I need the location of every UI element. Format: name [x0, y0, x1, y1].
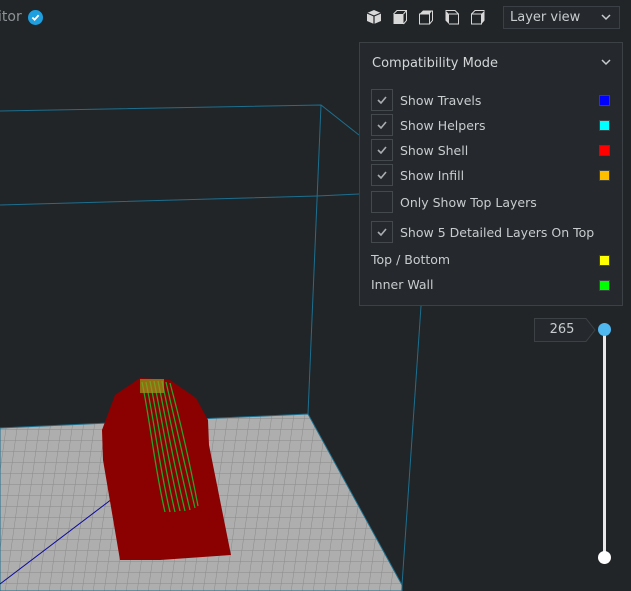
- panel-title: Compatibility Mode: [372, 56, 499, 71]
- only-show-top-layers-option[interactable]: Only Show Top Layers: [371, 191, 537, 213]
- top-view-icon[interactable]: [418, 9, 434, 25]
- build-volume-edge: [401, 305, 422, 586]
- chevron-down-icon[interactable]: [600, 57, 612, 67]
- only-show-top-layers-checkbox[interactable]: [371, 191, 393, 213]
- view-orientation-toolbar: [366, 9, 486, 25]
- layer-slider-track[interactable]: [603, 330, 606, 557]
- inner-wall-label: Inner Wall: [371, 277, 434, 292]
- model-top-layer: [140, 379, 164, 393]
- window-title: itor: [0, 9, 43, 25]
- show-travels-option[interactable]: Show Travels: [371, 89, 481, 111]
- infill-color-swatch: [599, 170, 610, 181]
- show-infill-checkbox[interactable]: [371, 164, 393, 186]
- show-helpers-option[interactable]: Show Helpers: [371, 114, 486, 136]
- checkmark-icon: [377, 228, 387, 236]
- travels-color-swatch: [599, 95, 610, 106]
- show-shell-label: Show Shell: [400, 142, 469, 158]
- top-bottom-color-swatch: [599, 255, 610, 266]
- verified-check-icon: [27, 9, 43, 25]
- show-shell-option[interactable]: Show Shell: [371, 139, 468, 161]
- show-helpers-label: Show Helpers: [400, 117, 486, 133]
- view-mode-select[interactable]: Layer view: [503, 6, 620, 29]
- current-layer-value: 265: [549, 322, 575, 337]
- checkmark-icon: [377, 146, 387, 154]
- show-helpers-checkbox[interactable]: [371, 114, 393, 136]
- chevron-down-icon: [601, 14, 611, 21]
- legend-inner-wall: Inner Wall: [371, 277, 434, 292]
- title-text: itor: [0, 9, 22, 25]
- layer-number-field[interactable]: 265: [534, 318, 596, 342]
- checkmark-icon: [377, 121, 387, 129]
- front-view-icon[interactable]: [392, 9, 408, 25]
- show-infill-option[interactable]: Show Infill: [371, 164, 464, 186]
- shell-color-swatch: [599, 145, 610, 156]
- show-travels-label: Show Travels: [400, 92, 482, 108]
- show-detailed-layers-option[interactable]: Show 5 Detailed Layers On Top: [371, 221, 594, 243]
- build-volume-edge: [307, 104, 322, 415]
- view-settings-panel: Compatibility Mode Show Travels Show Hel…: [359, 42, 623, 306]
- show-shell-checkbox[interactable]: [371, 139, 393, 161]
- build-volume-edge: [0, 193, 360, 206]
- layer-slider-lower-handle[interactable]: [598, 551, 611, 564]
- top-bottom-label: Top / Bottom: [371, 252, 451, 267]
- helpers-color-swatch: [599, 120, 610, 131]
- legend-top-bottom: Top / Bottom: [371, 252, 450, 267]
- show-detailed-layers-label: Show 5 Detailed Layers On Top: [400, 224, 595, 240]
- right-view-icon[interactable]: [470, 9, 486, 25]
- checkmark-icon: [377, 171, 387, 179]
- view-mode-value: Layer view: [510, 10, 581, 25]
- checkmark-icon: [377, 96, 387, 104]
- left-view-icon[interactable]: [444, 9, 460, 25]
- build-volume-edge: [0, 104, 360, 136]
- show-detailed-layers-checkbox[interactable]: [371, 221, 393, 243]
- show-travels-checkbox[interactable]: [371, 89, 393, 111]
- inner-wall-color-swatch: [599, 280, 610, 291]
- layer-slider-upper-handle[interactable]: [598, 323, 611, 336]
- only-show-top-layers-label: Only Show Top Layers: [400, 194, 537, 210]
- 3d-view-icon[interactable]: [366, 9, 382, 25]
- show-infill-label: Show Infill: [400, 167, 465, 183]
